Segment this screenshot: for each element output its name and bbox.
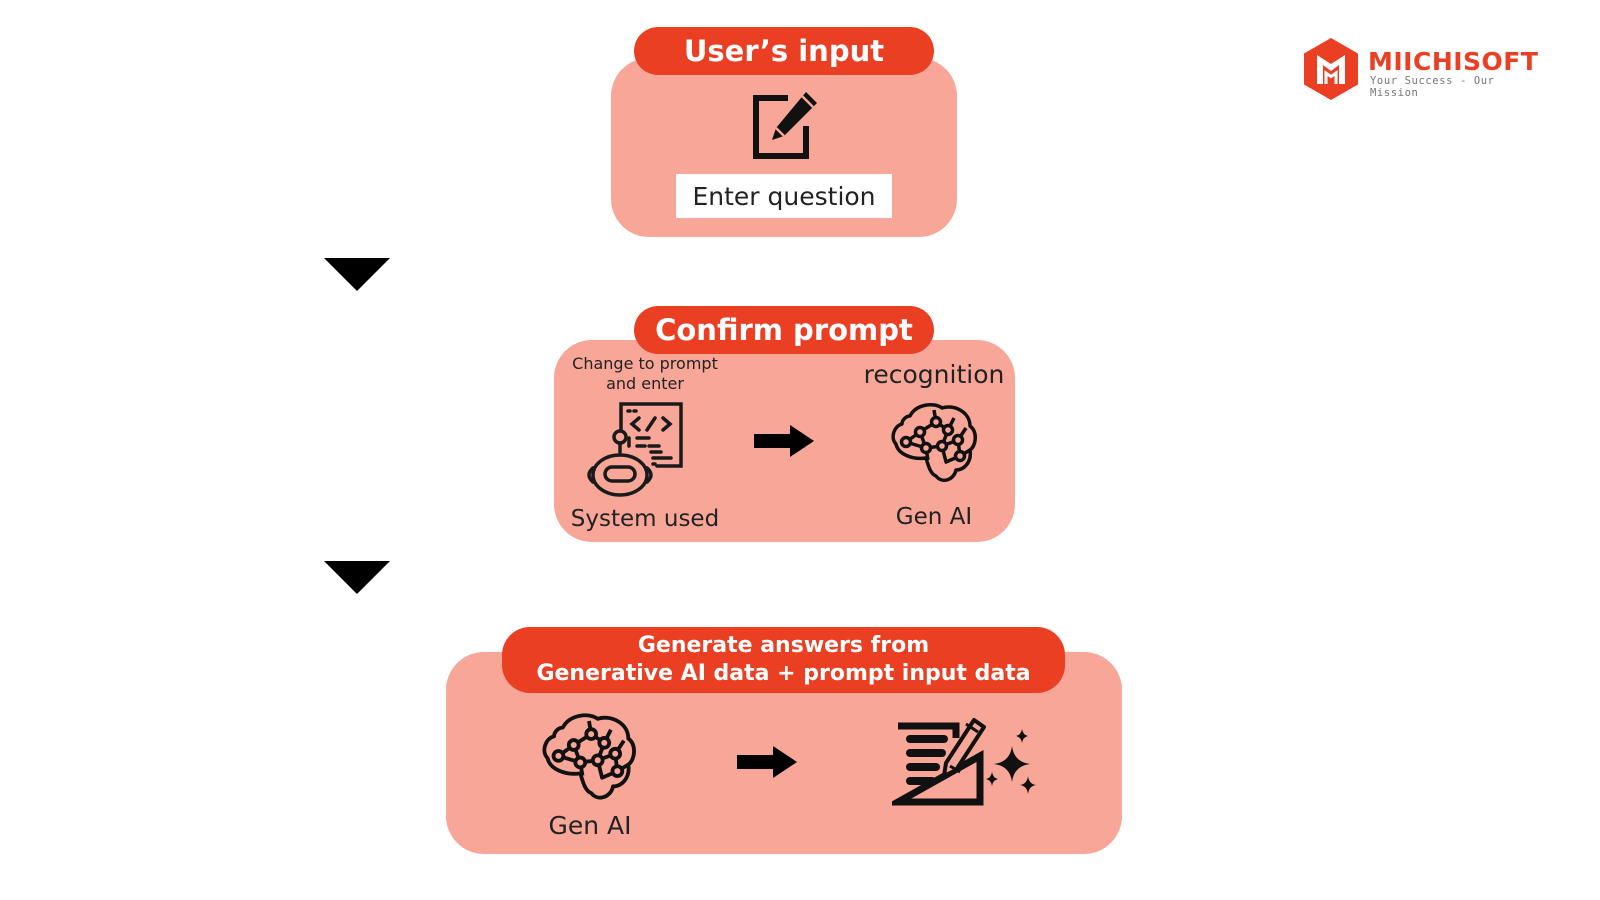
- step-title-text: User’s input: [683, 34, 885, 68]
- step-generate-answers-title: Generate answers from Generative AI data…: [502, 627, 1065, 693]
- arrow-right-icon: [754, 425, 814, 457]
- robot-code-icon: [587, 402, 683, 497]
- document-pencil-sparkle-icon: [892, 718, 1036, 806]
- brand-name: MIICHISOFT: [1368, 47, 1539, 76]
- caption-change-to-prompt: Change to prompt and enter: [572, 354, 718, 393]
- brand-tagline: Your Success - Our Mission: [1370, 75, 1495, 99]
- step-title-line-2: Generative AI data + prompt input data: [536, 661, 1031, 686]
- arrow-right-icon: [737, 746, 797, 778]
- brain-network-icon: [891, 402, 977, 482]
- triangle-down-icon: [324, 561, 390, 594]
- enter-question-field[interactable]: Enter question: [676, 174, 892, 218]
- enter-question-label: Enter question: [692, 181, 876, 211]
- brain-network-icon: [542, 713, 636, 800]
- step-confirm-prompt-title: Confirm prompt: [634, 306, 934, 354]
- label-gen-ai: Gen AI: [548, 811, 632, 840]
- brand-logo: MIICHISOFT Your Success - Our Mission: [1302, 37, 1542, 103]
- hexagon-m-logo-icon: [1304, 38, 1358, 100]
- edit-icon: [753, 92, 817, 159]
- label-system-used: System used: [570, 506, 720, 532]
- triangle-down-icon: [324, 258, 390, 291]
- label-gen-ai: Gen AI: [895, 504, 973, 530]
- step-title-line-1: Generate answers from: [637, 633, 930, 658]
- step-user-input-title: User’s input: [634, 27, 934, 75]
- step-title-text: Confirm prompt: [655, 313, 913, 347]
- caption-recognition: recognition: [863, 360, 1005, 389]
